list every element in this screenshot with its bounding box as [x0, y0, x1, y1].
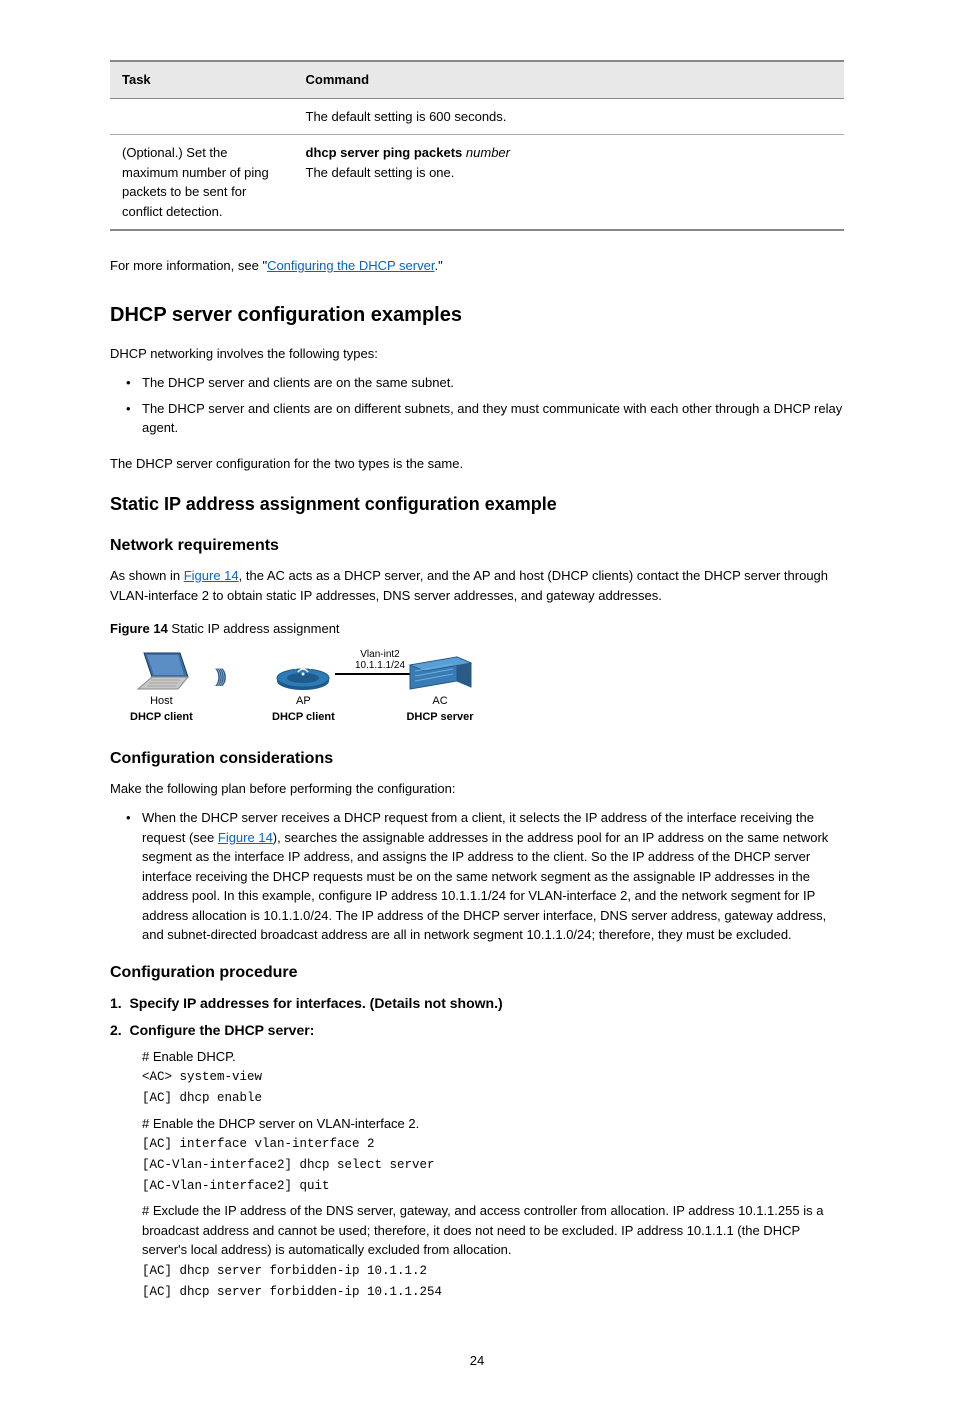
list-item: When the DHCP server receives a DHCP req…: [110, 808, 844, 945]
list-item: The DHCP server and clients are on diffe…: [110, 399, 844, 438]
figure-title: Static IP address assignment: [171, 621, 339, 636]
cmd-line: <AC> system-view: [142, 1068, 844, 1087]
link-figure-14[interactable]: Figure 14: [184, 568, 239, 583]
cmd-caption: # Exclude the IP address of the DNS serv…: [142, 1201, 844, 1260]
cmd-line: [AC-Vlan-interface2] dhcp select server: [142, 1156, 844, 1175]
heading-procedure: Configuration procedure: [110, 961, 844, 985]
device-label: Host: [130, 693, 193, 710]
list-item: The DHCP server and clients are on the s…: [110, 373, 844, 393]
cmd-line: [AC] dhcp server forbidden-ip 10.1.1.254: [142, 1283, 844, 1302]
link-figure-14-b[interactable]: Figure 14: [218, 830, 273, 845]
link-config-dhcp-server[interactable]: Configuring the DHCP server: [267, 258, 434, 273]
cmd-caption: # Enable the DHCP server on VLAN-interfa…: [142, 1114, 844, 1134]
ap-icon: [273, 651, 333, 691]
device-role: DHCP client: [130, 709, 193, 726]
cell-command: The default setting is 600 seconds.: [294, 98, 845, 135]
cmd-line: [AC] dhcp server forbidden-ip 10.1.1.2: [142, 1262, 844, 1281]
device-ap: AP DHCP client: [272, 651, 335, 726]
heading-considerations: Configuration considerations: [110, 747, 844, 771]
th-task: Task: [110, 61, 294, 98]
see-more-para: For more information, see "Configuring t…: [110, 256, 844, 276]
cell-command: dhcp server ping packets numberThe defau…: [294, 135, 845, 231]
type-list: The DHCP server and clients are on the s…: [110, 373, 844, 438]
th-command: Command: [294, 61, 845, 98]
connection-line: [335, 673, 411, 675]
cmd-line: [AC-Vlan-interface2] quit: [142, 1177, 844, 1196]
cmd-caption: # Enable DHCP.: [142, 1047, 844, 1067]
cell-task: [110, 98, 294, 135]
device-role: DHCP client: [272, 709, 335, 726]
figure-caption: Figure 14 Static IP address assignment: [110, 619, 844, 639]
para-considerations-intro: Make the following plan before performin…: [110, 779, 844, 799]
command-block: # Enable DHCP. <AC> system-view [AC] dhc…: [142, 1047, 844, 1302]
task-command-table: Task Command The default setting is 600 …: [110, 60, 844, 231]
step-2: 2. Configure the DHCP server:: [110, 1020, 844, 1041]
network-diagram: Host DHCP client )))) AP DHCP client Vla…: [110, 651, 470, 729]
device-label: AC: [405, 693, 475, 710]
cmd-line: [AC] interface vlan-interface 2: [142, 1135, 844, 1154]
page-number: 24: [110, 1351, 844, 1371]
cmd-line: [AC] dhcp enable: [142, 1089, 844, 1108]
step-1: 1. Specify IP addresses for interfaces. …: [110, 993, 844, 1014]
laptop-icon: [132, 651, 190, 691]
para-same-config: The DHCP server configuration for the tw…: [110, 454, 844, 474]
device-host: Host DHCP client: [130, 651, 193, 726]
heading-network-req: Network requirements: [110, 534, 844, 558]
device-role: DHCP server: [405, 709, 475, 726]
device-ac: AC DHCP server: [405, 651, 475, 726]
device-label: AP: [272, 693, 335, 710]
table-row: The default setting is 600 seconds.: [110, 98, 844, 135]
cell-task: (Optional.) Set the maximum number of pi…: [110, 135, 294, 231]
para-networking-types: DHCP networking involves the following t…: [110, 344, 844, 364]
considerations-list: When the DHCP server receives a DHCP req…: [110, 808, 844, 945]
table-row: (Optional.) Set the maximum number of pi…: [110, 135, 844, 231]
ac-icon: [405, 651, 475, 691]
wifi-icon: )))): [215, 663, 223, 690]
heading-examples: DHCP server configuration examples: [110, 300, 844, 330]
heading-static-example: Static IP address assignment configurati…: [110, 491, 844, 518]
para-network-req: As shown in Figure 14, the AC acts as a …: [110, 566, 844, 605]
